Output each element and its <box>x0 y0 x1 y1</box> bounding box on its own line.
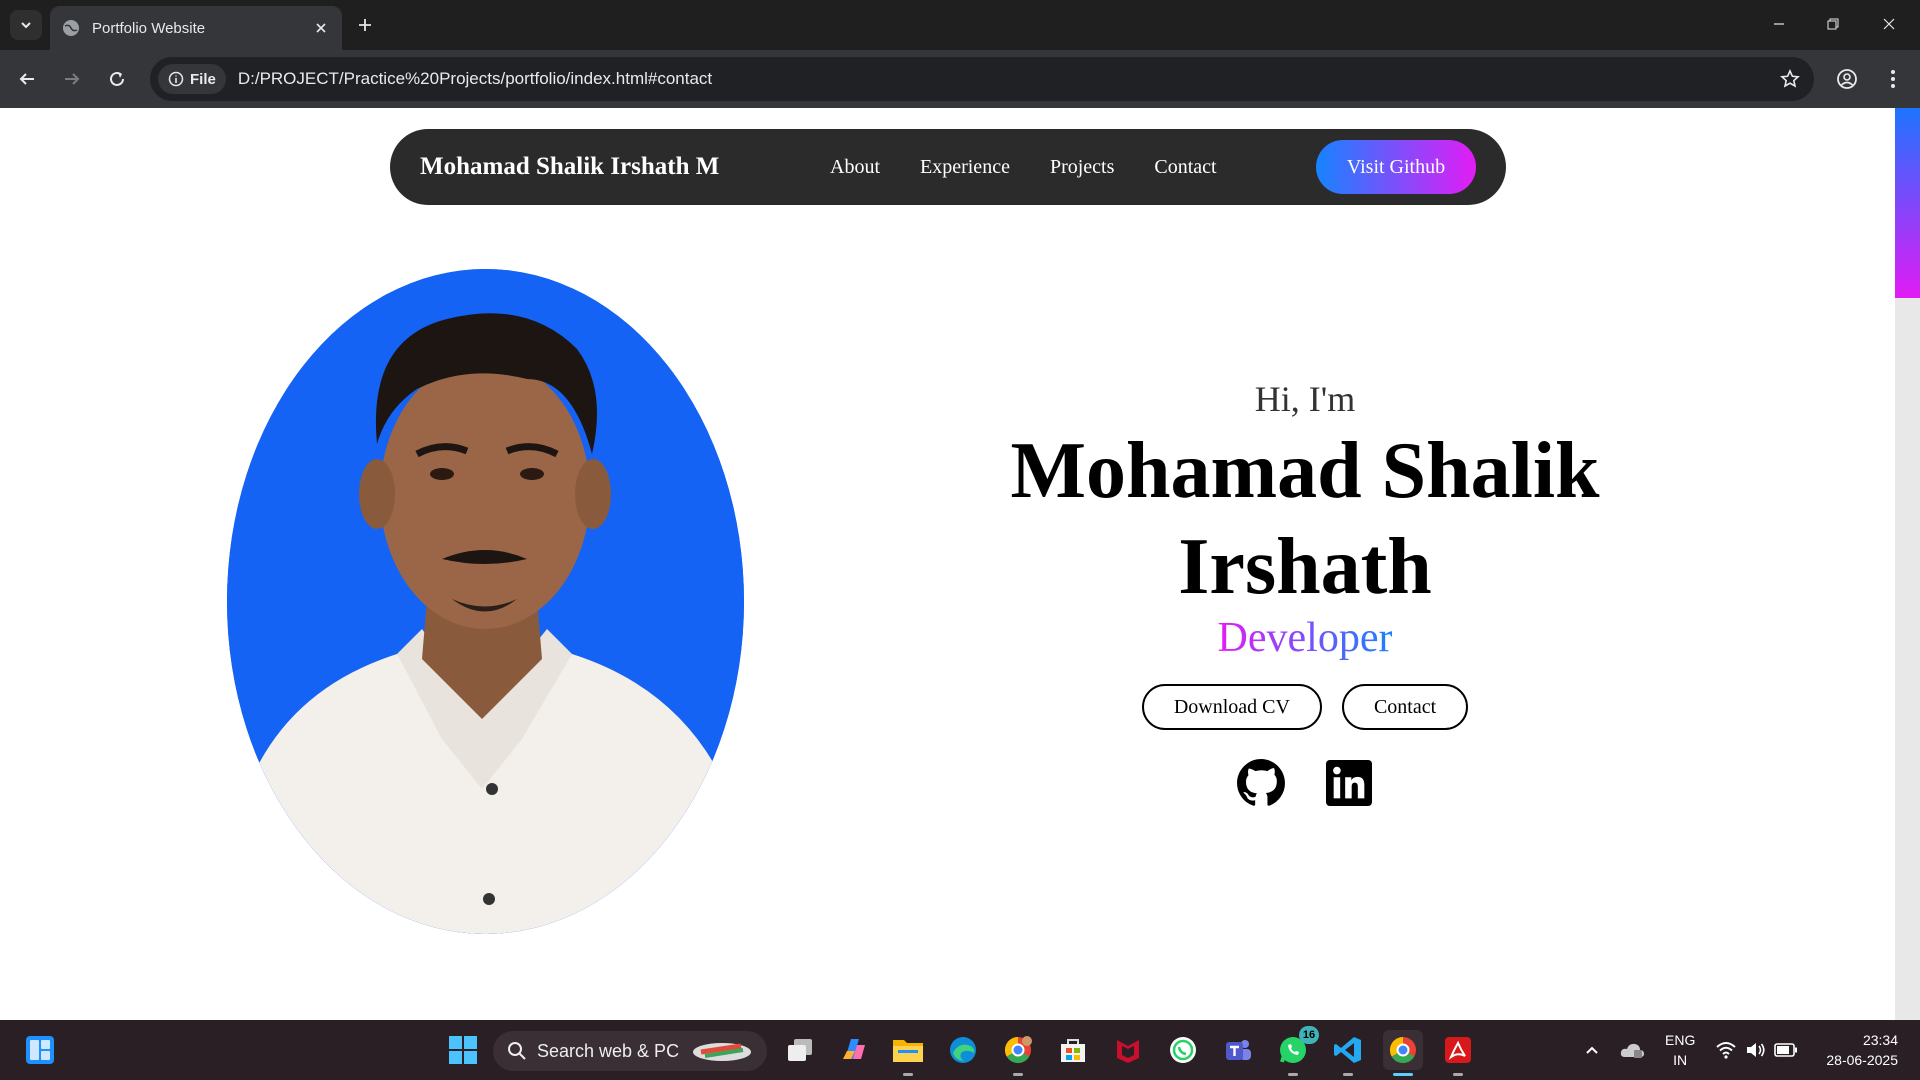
running-indicator <box>1013 1073 1023 1076</box>
windows-start-icon[interactable] <box>443 1030 483 1070</box>
bookmark-star-button[interactable] <box>1778 67 1802 91</box>
address-bar[interactable]: File D:/PROJECT/Practice%20Projects/port… <box>150 57 1814 101</box>
url-text[interactable]: D:/PROJECT/Practice%20Projects/portfolio… <box>238 69 712 89</box>
clock-date: 28-06-2025 <box>1826 1052 1898 1068</box>
nav-link-projects[interactable]: Projects <box>1050 156 1114 179</box>
chrome-icon[interactable] <box>1383 1030 1423 1076</box>
site-navbar: Mohamad Shalik Irshath M About Experienc… <box>390 129 1506 205</box>
region-code: IN <box>1673 1052 1688 1068</box>
acrobat-icon[interactable] <box>1438 1030 1478 1076</box>
linkedin-icon[interactable] <box>1324 758 1374 808</box>
kebab-menu-icon <box>1891 70 1895 88</box>
download-cv-button[interactable]: Download CV <box>1141 684 1322 730</box>
globe-icon <box>63 20 79 36</box>
account-icon <box>1837 69 1857 89</box>
whatsapp-web-icon[interactable] <box>1163 1030 1203 1070</box>
copilot-icon[interactable] <box>834 1030 874 1070</box>
running-indicator <box>1288 1073 1298 1076</box>
site-info-chip[interactable]: File <box>158 64 226 94</box>
edge-browser-icon[interactable] <box>943 1030 983 1070</box>
language-indicator[interactable]: ENG IN <box>1665 1030 1695 1070</box>
scrollbar-thumb[interactable] <box>1895 108 1920 298</box>
nav-link-about[interactable]: About <box>830 156 880 179</box>
teams-icon[interactable] <box>1218 1030 1258 1070</box>
tab-search-button[interactable] <box>10 10 42 40</box>
widgets-icon[interactable] <box>20 1030 60 1070</box>
whatsapp-icon[interactable]: 16 <box>1273 1026 1319 1076</box>
browser-toolbar: File D:/PROJECT/Practice%20Projects/port… <box>0 50 1920 108</box>
taskbar-search-box[interactable]: Search web & PC <box>493 1031 767 1071</box>
system-clock[interactable]: 23:34 28-06-2025 <box>1826 1030 1898 1070</box>
chevron-down-icon <box>21 22 31 29</box>
search-highlight-icon <box>693 1043 751 1061</box>
hero-greeting: Hi, I'm <box>1254 379 1356 419</box>
chrome-profile-icon[interactable] <box>998 1030 1038 1076</box>
webpage-viewport: Mohamad Shalik Irshath M About Experienc… <box>0 108 1895 1020</box>
microsoft-store-icon[interactable] <box>1053 1030 1093 1070</box>
close-window-button[interactable] <box>1866 8 1912 40</box>
search-icon <box>508 1042 526 1060</box>
browser-tab-strip: Portfolio Website <box>0 0 1920 50</box>
chip-label: File <box>190 70 216 88</box>
profile-photo <box>227 269 744 934</box>
show-hidden-icons-chevron-icon[interactable] <box>1572 1030 1612 1070</box>
vscode-icon[interactable] <box>1328 1030 1368 1076</box>
contact-button[interactable]: Contact <box>1341 684 1469 730</box>
nav-link-experience[interactable]: Experience <box>920 156 1010 179</box>
language-code: ENG <box>1665 1032 1696 1048</box>
hero-name-line1: Mohamad Shalik <box>1010 427 1600 515</box>
forward-button[interactable] <box>57 64 87 94</box>
hero-button-row: Download CV Contact <box>940 684 1670 730</box>
file-explorer-icon[interactable] <box>888 1030 928 1076</box>
running-indicator <box>1343 1073 1353 1076</box>
profile-button[interactable] <box>1832 64 1862 94</box>
hero-name-line2: Irshath <box>1178 523 1432 611</box>
restore-button[interactable] <box>1810 8 1856 40</box>
running-indicator <box>1453 1073 1463 1076</box>
arrow-left-icon <box>19 73 34 85</box>
back-button[interactable] <box>12 64 42 94</box>
page-scrollbar[interactable] <box>1895 108 1920 1020</box>
reload-button[interactable] <box>102 64 132 94</box>
search-placeholder: Search web & PC <box>537 1040 680 1061</box>
mcafee-icon[interactable] <box>1108 1030 1148 1070</box>
task-view-icon[interactable] <box>780 1030 820 1070</box>
menu-button[interactable] <box>1878 64 1908 94</box>
whatsapp-notification-badge: 16 <box>1299 1026 1319 1044</box>
arrow-right-icon <box>65 73 80 85</box>
battery-icon[interactable] <box>1766 1030 1806 1070</box>
site-brand[interactable]: Mohamad Shalik Irshath M <box>420 153 719 181</box>
info-icon <box>168 71 184 87</box>
github-icon[interactable] <box>1236 758 1286 808</box>
star-icon <box>1780 69 1800 88</box>
new-tab-button[interactable] <box>352 12 378 38</box>
close-icon <box>1883 18 1895 30</box>
close-tab-icon[interactable] <box>312 19 330 37</box>
running-indicator <box>903 1073 913 1076</box>
reload-icon <box>110 71 124 86</box>
nav-links: About Experience Projects Contact <box>830 129 1257 205</box>
clock-time: 23:34 <box>1862 1032 1898 1048</box>
minimize-icon <box>1774 23 1784 25</box>
onedrive-icon[interactable] <box>1612 1030 1652 1070</box>
nav-link-contact[interactable]: Contact <box>1154 156 1216 179</box>
hero-section: Hi, I'm Mohamad Shalik Irshath Developer… <box>940 378 1670 808</box>
social-links <box>940 758 1670 808</box>
windows-taskbar: Search web & PC 16 ENG IN 23:34 28-06-20… <box>0 1020 1920 1080</box>
hero-role: Developer <box>1217 615 1393 661</box>
tab-title: Portfolio Website <box>92 19 206 37</box>
minimize-button[interactable] <box>1756 8 1802 40</box>
person-portrait-image <box>227 269 744 934</box>
tab-portfolio[interactable]: Portfolio Website <box>50 6 342 50</box>
plus-icon <box>359 19 371 31</box>
visit-github-button[interactable]: Visit Github <box>1316 140 1476 194</box>
restore-icon <box>1827 18 1839 30</box>
active-indicator <box>1393 1073 1413 1076</box>
